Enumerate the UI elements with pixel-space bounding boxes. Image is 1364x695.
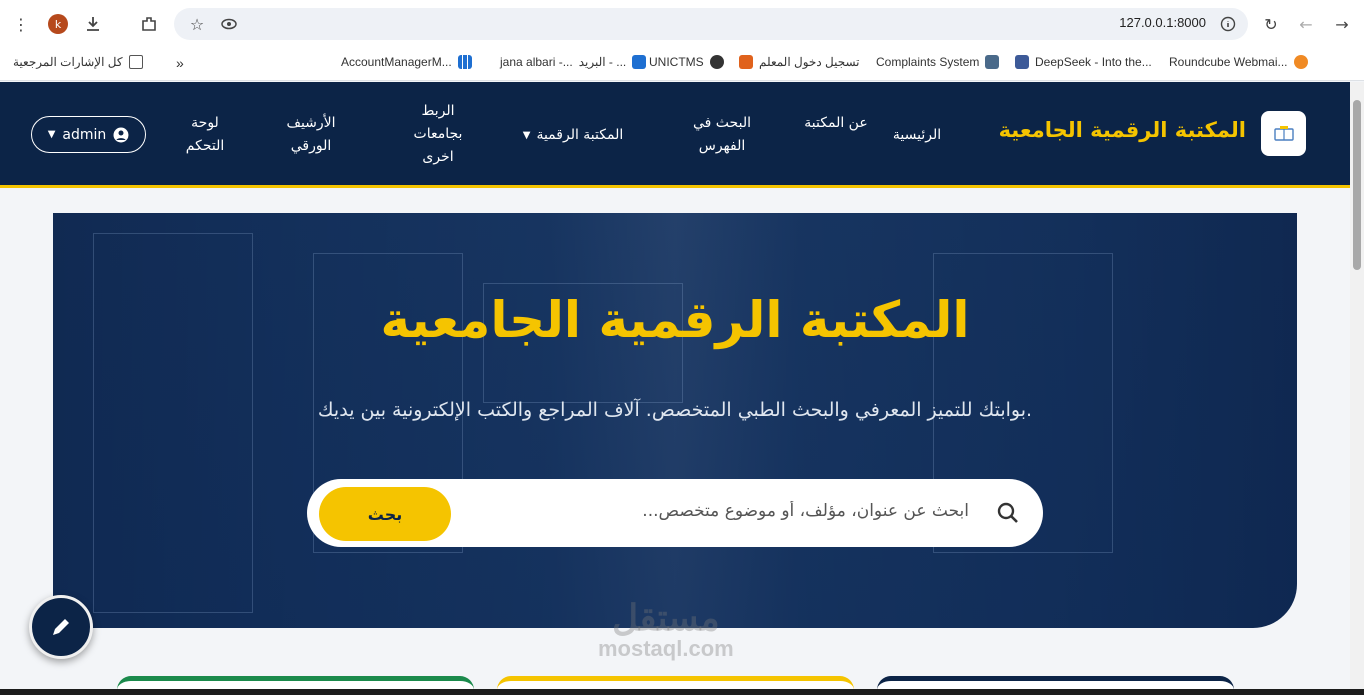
shield-icon — [985, 55, 1000, 69]
search-button[interactable]: بحث — [319, 487, 451, 541]
bookmark-star-icon[interactable]: ☆ — [185, 12, 209, 36]
globe-icon — [709, 55, 724, 69]
bookmark-label: DeepSeek - Into the... — [1035, 55, 1152, 69]
bookmark-label: jana albari -... — [500, 55, 573, 69]
site-info-icon[interactable] — [1216, 12, 1240, 36]
profile-initial: k — [48, 14, 68, 34]
nav-about[interactable]: عن المكتبة — [786, 112, 886, 135]
nav-catalog-search[interactable]: البحث في الفهرس — [680, 112, 764, 158]
bookmark-label: تسجيل دخول المعلم — [759, 55, 860, 69]
library-logo[interactable] — [1261, 111, 1306, 156]
page-scrollbar[interactable] — [1350, 82, 1364, 695]
hero-title: المكتبة الرقمية الجامعية — [380, 291, 970, 349]
bookmarks-bar: كل الإشارات المرجعية » Roundcube Webmai.… — [0, 47, 1364, 81]
hero-section: المكتبة الرقمية الجامعية بوابتك للتميز ا… — [53, 213, 1297, 628]
taskbar-edge — [0, 689, 1364, 695]
bookmark-outlook[interactable]: jana albari -... البريد - ... — [500, 55, 647, 69]
user-menu-button[interactable]: ▼ admin — [31, 116, 146, 153]
extensions-icon[interactable] — [137, 12, 161, 36]
pencil-icon — [53, 619, 69, 635]
teacher-login-icon — [739, 55, 753, 69]
hero-subtitle: بوابتك للتميز المعرفي والبحث الطبي المتخ… — [317, 399, 1033, 421]
eye-icon[interactable] — [217, 12, 241, 36]
scrollbar-thumb[interactable] — [1353, 100, 1361, 270]
search-input[interactable] — [549, 501, 969, 521]
caret-down-icon: ▼ — [522, 130, 531, 141]
forward-icon[interactable]: ← — [1294, 12, 1318, 36]
bookmark-complaints[interactable]: Complaints System — [876, 55, 1000, 69]
user-circle-icon — [113, 127, 129, 142]
nav-paper-archive[interactable]: الأرشيف الورقي — [280, 112, 342, 158]
deepseek-icon — [1015, 55, 1029, 69]
bookmark-label: Complaints System — [876, 55, 980, 69]
watermark: مستقل mostaql.com — [598, 600, 734, 662]
bookmark-accountmanager[interactable]: AccountManagerM... — [341, 55, 472, 69]
edit-fab-button[interactable] — [29, 595, 93, 659]
bookmark-deepseek[interactable]: DeepSeek - Into the... — [1015, 55, 1152, 69]
site-brand[interactable]: المكتبة الرقمية الجامعية — [999, 118, 1246, 142]
back-icon[interactable]: → — [1330, 12, 1354, 36]
all-bookmarks[interactable]: كل الإشارات المرجعية — [13, 55, 143, 69]
reload-icon[interactable]: ↻ — [1259, 12, 1283, 36]
book-icon — [1273, 125, 1294, 141]
roundcube-icon — [1293, 55, 1308, 69]
menu-dots-icon[interactable]: ⋮ — [9, 12, 33, 36]
caret-down-icon: ▼ — [47, 129, 56, 140]
site-header: المكتبة الرقمية الجامعية الرئيسية عن الم… — [0, 82, 1350, 188]
nav-digital-library[interactable]: ▼ المكتبة الرقمية — [508, 124, 638, 147]
all-bookmarks-label: كل الإشارات المرجعية — [13, 55, 123, 69]
bookmark-label: Roundcube Webmai... — [1169, 55, 1288, 69]
folder-icon — [128, 55, 143, 69]
outlook-icon — [632, 55, 647, 69]
grid-apps-icon — [457, 55, 472, 69]
nav-university-links[interactable]: الربط بجامعات اخرى — [398, 100, 478, 169]
download-icon[interactable] — [81, 12, 105, 36]
bookmark-label: البريد - ... — [578, 55, 627, 69]
search-box: بحث — [307, 479, 1043, 547]
bookmark-roundcube[interactable]: Roundcube Webmai... — [1169, 55, 1308, 69]
search-icon — [997, 502, 1018, 523]
bookmark-unictms[interactable]: UNICTMS — [649, 55, 724, 69]
user-name: admin — [62, 126, 107, 143]
profile-avatar[interactable]: k — [46, 12, 70, 36]
watermark-brand: مستقل — [611, 597, 720, 638]
more-bookmarks-button[interactable]: » — [176, 55, 184, 71]
bookmark-label: UNICTMS — [649, 55, 704, 69]
nav-dashboard[interactable]: لوحة التحكم — [176, 112, 234, 158]
watermark-domain: mostaql.com — [598, 636, 734, 661]
address-bar[interactable]: ☆ 127.0.0.1:8000 — [174, 8, 1248, 40]
bookmark-label: AccountManagerM... — [341, 55, 452, 69]
browser-toolbar: ⋮ k ☆ 127.0.0.1:8000 ↻ ← → — [0, 0, 1364, 47]
nav-digital-library-label: المكتبة الرقمية — [536, 127, 624, 143]
bookmark-teacher-login[interactable]: تسجيل دخول المعلم — [739, 55, 860, 69]
url-text: 127.0.0.1:8000 — [1119, 15, 1206, 30]
